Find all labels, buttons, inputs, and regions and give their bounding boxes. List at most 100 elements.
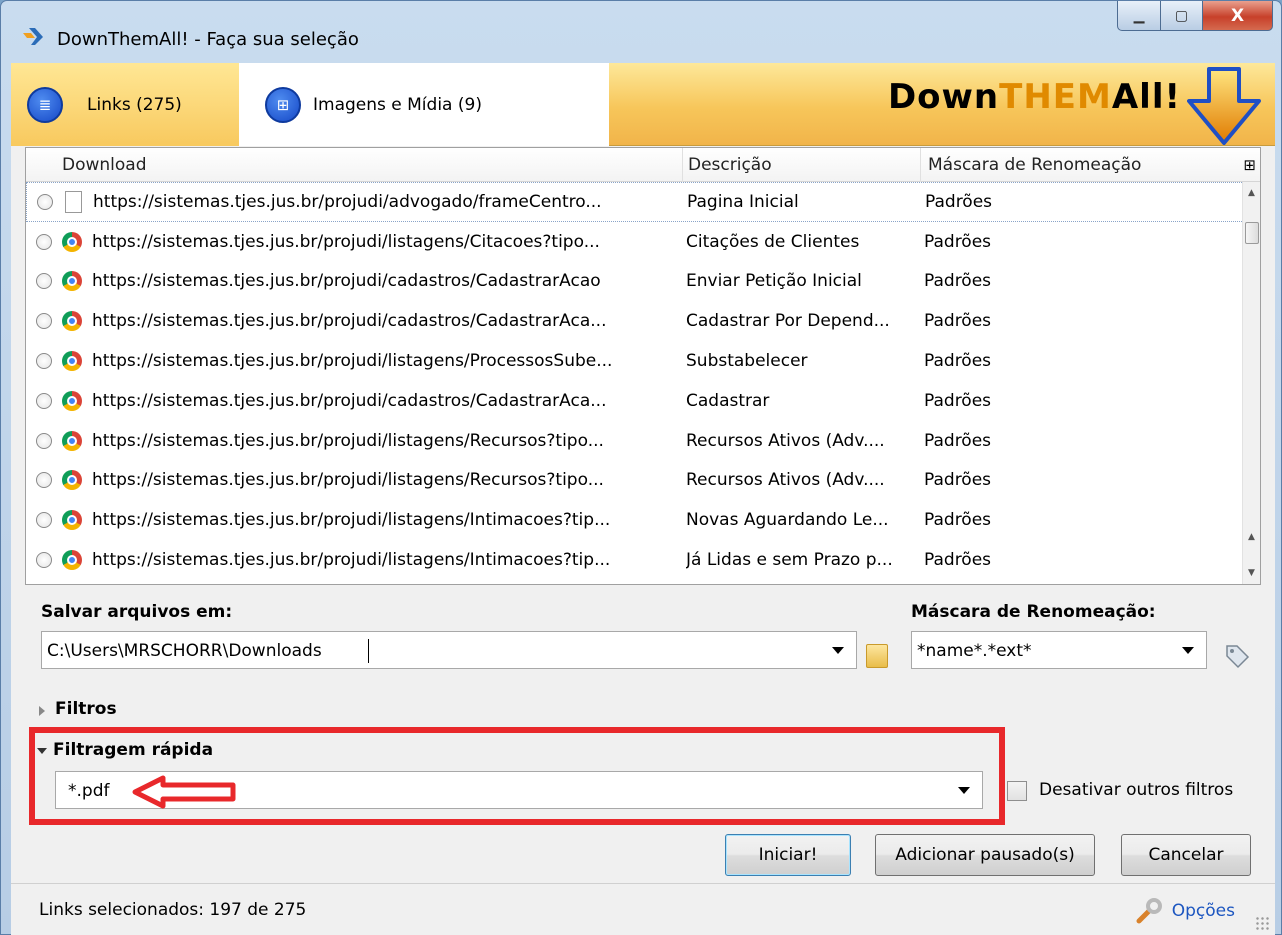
add-paused-button[interactable]: Adicionar pausado(s): [875, 834, 1095, 876]
row-url: https://sistemas.tjes.jus.br/projudi/lis…: [92, 351, 613, 372]
row-rename-mask: Padrões: [925, 191, 993, 212]
row-description: Novas Aguardando Le...: [686, 510, 889, 531]
expand-arrow-icon[interactable]: [39, 706, 45, 716]
save-to-label: Salvar arquivos em:: [41, 602, 233, 622]
app-window: DownThemAll! - Faça sua seleção ▁ ▢ X ≣ …: [0, 0, 1282, 935]
status-bar: Links selecionados: 197 de 275 Opções: [11, 883, 1275, 935]
row-select-radio[interactable]: [36, 353, 52, 370]
row-description: Enviar Petição Inicial: [686, 271, 862, 292]
row-select-radio[interactable]: [36, 273, 52, 290]
table-row[interactable]: https://sistemas.tjes.jus.br/projudi/cad…: [26, 262, 1244, 302]
row-description: Recursos Ativos (Adv....: [686, 470, 885, 491]
row-rename-mask: Padrões: [924, 510, 992, 531]
column-download[interactable]: Download: [62, 155, 147, 175]
list-scrollbar[interactable]: ▲ ▲ ▼: [1242, 182, 1260, 584]
tab-media[interactable]: ⊞ Imagens e Mídia (9): [239, 63, 609, 146]
row-select-radio[interactable]: [36, 313, 52, 330]
scroll-thumb[interactable]: [1245, 222, 1259, 244]
tag-icon[interactable]: [1224, 643, 1250, 669]
row-description: Substabelecer: [686, 351, 808, 372]
close-button[interactable]: X: [1203, 1, 1273, 31]
row-select-radio[interactable]: [36, 432, 52, 449]
row-select-radio[interactable]: [36, 392, 52, 409]
row-url: https://sistemas.tjes.jus.br/projudi/adv…: [93, 191, 602, 212]
dropdown-arrow-icon[interactable]: [832, 647, 844, 654]
options-button[interactable]: Opções: [1136, 898, 1235, 924]
dropdown-arrow-icon[interactable]: [1182, 647, 1194, 654]
column-picker-icon[interactable]: ⊞: [1243, 156, 1256, 174]
folder-icon[interactable]: [866, 644, 888, 668]
chrome-icon: [62, 550, 82, 571]
row-rename-mask: Padrões: [924, 470, 992, 491]
row-description: Recursos Ativos (Adv....: [686, 430, 885, 451]
rename-mask-combobox[interactable]: *name*.*ext*: [911, 631, 1207, 669]
scroll-down-arrow-icon[interactable]: ▼: [1243, 564, 1260, 582]
scroll-up-arrow-icon[interactable]: ▲: [1243, 528, 1260, 546]
disable-other-filters-label[interactable]: Desativar outros filtros: [1039, 780, 1233, 800]
table-row[interactable]: https://sistemas.tjes.jus.br/projudi/lis…: [26, 500, 1244, 540]
tabs-header: ≣ Links (275) ⊞ Imagens e Mídia (9) Down…: [11, 63, 1275, 146]
chrome-icon: [62, 510, 82, 531]
row-rename-mask: Padrões: [924, 430, 992, 451]
row-rename-mask: Padrões: [924, 231, 992, 252]
table-row[interactable]: https://sistemas.tjes.jus.br/projudi/lis…: [26, 461, 1244, 501]
table-row[interactable]: https://sistemas.tjes.jus.br/projudi/lis…: [26, 222, 1244, 262]
row-rename-mask: Padrões: [924, 351, 992, 372]
table-row[interactable]: https://sistemas.tjes.jus.br/projudi/lis…: [26, 421, 1244, 461]
row-url: https://sistemas.tjes.jus.br/projudi/cad…: [92, 311, 607, 332]
chrome-icon: [62, 231, 82, 252]
downthemall-logo: DownTHEMAll!: [888, 77, 1181, 117]
column-separator[interactable]: [682, 148, 683, 182]
chrome-icon: [62, 271, 82, 292]
row-select-radio[interactable]: [36, 512, 52, 529]
row-url: https://sistemas.tjes.jus.br/projudi/cad…: [92, 271, 601, 292]
close-icon: X: [1230, 5, 1245, 26]
tab-links[interactable]: ≣ Links (275): [11, 63, 239, 146]
row-select-radio[interactable]: [37, 193, 53, 210]
logo-part-all: All!: [1111, 77, 1181, 117]
row-description: Cadastrar: [686, 390, 770, 411]
cancel-button[interactable]: Cancelar: [1121, 834, 1251, 876]
row-select-radio[interactable]: [36, 233, 52, 250]
options-label: Opções: [1171, 901, 1235, 921]
row-url: https://sistemas.tjes.jus.br/projudi/lis…: [92, 470, 604, 491]
save-path-combobox[interactable]: C:\Users\MRSCHORR\Downloads: [41, 631, 857, 669]
column-description[interactable]: Descrição: [688, 155, 772, 175]
column-separator[interactable]: [920, 148, 921, 182]
table-row[interactable]: https://sistemas.tjes.jus.br/projudi/cad…: [26, 381, 1244, 421]
minimize-button[interactable]: ▁: [1117, 1, 1161, 31]
tab-media-label: Imagens e Mídia (9): [313, 94, 482, 115]
table-row[interactable]: https://sistemas.tjes.jus.br/projudi/lis…: [26, 341, 1244, 381]
chrome-icon: [62, 430, 82, 451]
column-rename-mask[interactable]: Máscara de Renomeação: [928, 155, 1141, 175]
table-row[interactable]: https://sistemas.tjes.jus.br/projudi/adv…: [26, 182, 1244, 222]
row-description: Já Lidas e sem Prazo p...: [686, 550, 893, 571]
list-icon: ≣: [27, 86, 63, 123]
title-bar[interactable]: DownThemAll! - Faça sua seleção ▁ ▢ X: [1, 1, 1281, 61]
scroll-up-arrow-icon[interactable]: ▲: [1243, 184, 1260, 202]
row-rename-mask: Padrões: [924, 550, 992, 571]
annotation-arrow-icon: [132, 775, 236, 809]
row-url: https://sistemas.tjes.jus.br/projudi/cad…: [92, 390, 607, 411]
table-row[interactable]: https://sistemas.tjes.jus.br/projudi/cad…: [26, 301, 1244, 341]
links-list[interactable]: Download Descrição Máscara de Renomeação…: [25, 147, 1261, 585]
table-row[interactable]: https://sistemas.tjes.jus.br/projudi/lis…: [26, 540, 1244, 580]
resize-grip[interactable]: [1255, 916, 1269, 930]
start-button[interactable]: Iniciar!: [725, 834, 851, 876]
row-select-radio[interactable]: [36, 552, 52, 569]
maximize-button[interactable]: ▢: [1161, 1, 1203, 31]
window-controls: ▁ ▢ X: [1117, 1, 1273, 33]
tab-links-label: Links (275): [87, 94, 182, 115]
row-url: https://sistemas.tjes.jus.br/projudi/lis…: [92, 430, 604, 451]
row-select-radio[interactable]: [36, 472, 52, 489]
logo-part-them: THEM: [999, 77, 1112, 117]
start-button-label: Iniciar!: [758, 845, 818, 865]
row-url: https://sistemas.tjes.jus.br/projudi/lis…: [92, 231, 600, 252]
minimize-icon: ▁: [1133, 7, 1145, 24]
row-url: https://sistemas.tjes.jus.br/projudi/lis…: [92, 510, 611, 531]
logo-arrow-icon: [1187, 67, 1261, 145]
filters-toggle[interactable]: Filtros: [55, 699, 117, 719]
list-rows: https://sistemas.tjes.jus.br/projudi/adv…: [26, 182, 1244, 580]
disable-other-filters-checkbox[interactable]: [1007, 781, 1027, 801]
row-rename-mask: Padrões: [924, 390, 992, 411]
